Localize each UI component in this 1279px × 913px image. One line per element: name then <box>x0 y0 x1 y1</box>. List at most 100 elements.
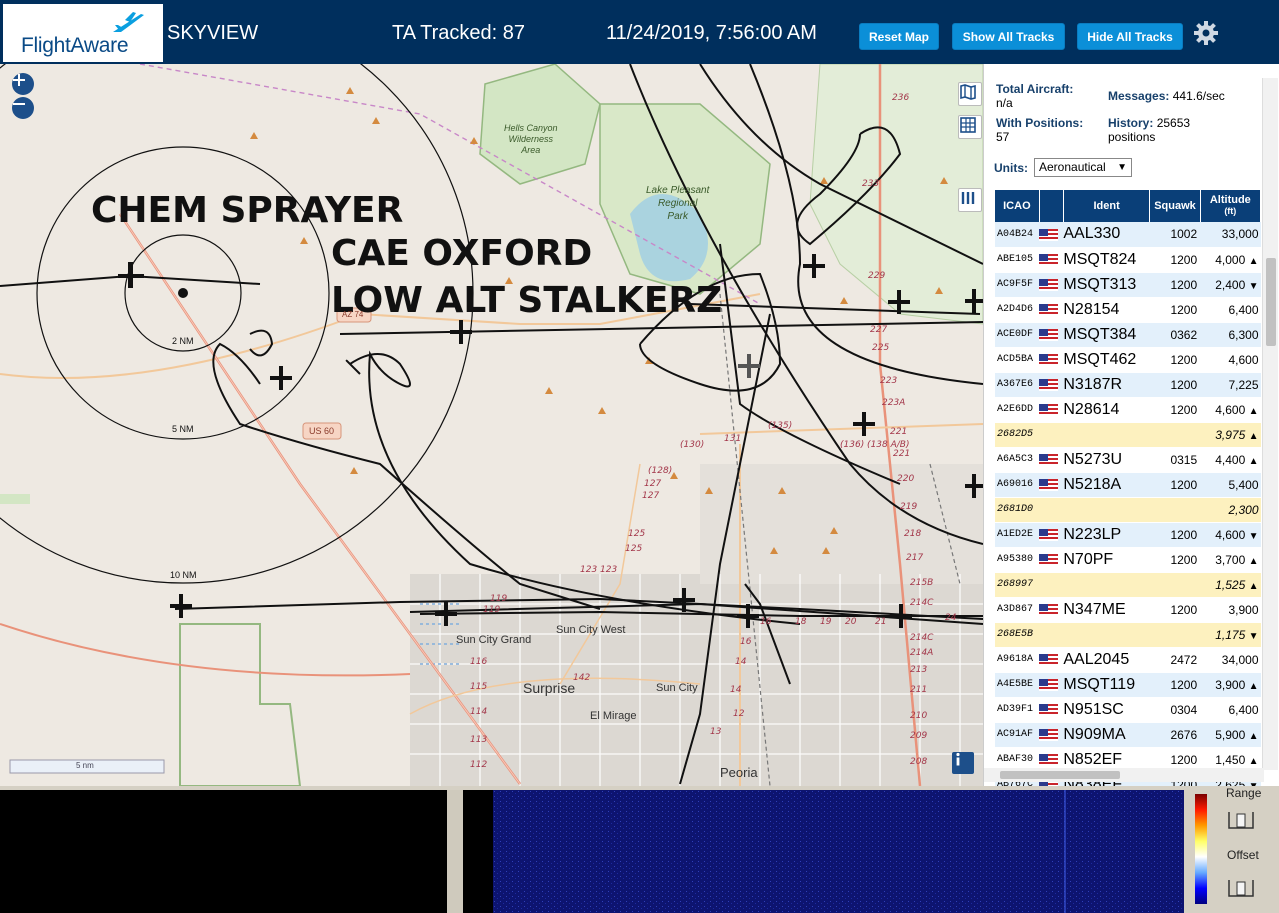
show-all-tracks-button[interactable]: Show All Tracks <box>952 23 1065 50</box>
table-row[interactable]: 268997 1,525 ▲ <box>995 572 1261 598</box>
table-row[interactable]: A4E5BE MSQT119 1200 3,900 ▲ <box>995 672 1261 698</box>
with-positions-label: With Positions: <box>996 116 1084 130</box>
svg-text:16: 16 <box>740 637 752 647</box>
cell-icao: A04B24 <box>995 222 1040 248</box>
svg-text:142: 142 <box>573 673 590 683</box>
cell-ident: N347ME <box>1063 597 1150 623</box>
units-select[interactable]: Aeronautical ▼ <box>1034 158 1132 177</box>
svg-text:13: 13 <box>710 727 722 737</box>
us-flag-icon <box>1039 529 1059 542</box>
cell-squawk <box>1149 422 1201 448</box>
map-canvas[interactable]: 236 233 229 227 225 223 223A 221 221 220 219 218… <box>0 64 983 786</box>
table-row[interactable]: A6A5C3 N5273U 0315 4,400 ▲ <box>995 447 1261 473</box>
altitude-trend: ▲ <box>1248 455 1259 467</box>
table-row[interactable]: A1ED2E N223LP 1200 4,600 ▼ <box>995 522 1261 548</box>
hide-all-tracks-button[interactable]: Hide All Tracks <box>1077 23 1183 50</box>
table-row[interactable]: A367E6 N3187R 1200 7,225 <box>995 372 1261 398</box>
svg-text:(135): (135) <box>768 421 792 431</box>
history-value: 25653 <box>1156 116 1191 130</box>
col-header-flag[interactable] <box>1039 190 1064 222</box>
cell-squawk <box>1149 572 1201 598</box>
cell-altitude: 4,000 ▲ <box>1200 247 1261 273</box>
cell-squawk: 1200 <box>1149 272 1201 298</box>
range-label: Range <box>1226 786 1262 800</box>
cell-ident: N5273U <box>1063 447 1150 473</box>
col-header-ident[interactable]: Ident <box>1063 190 1151 222</box>
table-row[interactable]: 2682D5 3,975 ▲ <box>995 422 1261 448</box>
table-row[interactable]: ACD5BA MSQT462 1200 4,600 <box>995 347 1261 373</box>
vertical-scroll-thumb[interactable] <box>1266 258 1276 346</box>
table-row[interactable]: ABE105 MSQT824 1200 4,000 ▲ <box>995 247 1261 273</box>
table-row[interactable]: 268E5B 1,175 ▼ <box>995 622 1261 648</box>
us-flag-icon <box>1039 554 1059 567</box>
table-row[interactable]: 2681D0 2,300 <box>995 497 1261 523</box>
waterfall-divider[interactable] <box>447 790 463 913</box>
place-label-el-mirage: El Mirage <box>590 710 637 722</box>
table-row[interactable]: A95380 N70PF 1200 3,700 ▲ <box>995 547 1261 573</box>
altitude-value: 4,400 <box>1215 452 1246 467</box>
horizontal-scrollbar[interactable] <box>984 768 1264 782</box>
cell-flag <box>1039 372 1064 398</box>
table-row[interactable]: AC9F5F MSQT313 1200 2,400 ▼ <box>995 272 1261 298</box>
cell-squawk: 1200 <box>1149 522 1201 548</box>
cell-ident: N70PF <box>1063 547 1150 573</box>
cell-ident: N28154 <box>1063 297 1150 323</box>
table-row[interactable]: A9618A AAL2045 2472 34,000 <box>995 647 1261 673</box>
cell-squawk <box>1149 497 1201 523</box>
info-button[interactable] <box>952 752 974 774</box>
zoom-out-button[interactable] <box>12 97 34 119</box>
range-slider[interactable] <box>1226 808 1256 832</box>
svg-text:14: 14 <box>735 657 747 667</box>
col-header-squawk[interactable]: Squawk <box>1149 190 1201 222</box>
flightaware-logo[interactable]: FlightAware <box>3 4 163 62</box>
cell-flag <box>1039 522 1064 548</box>
cell-flag <box>1039 622 1064 648</box>
cell-altitude: 3,700 ▲ <box>1200 547 1261 573</box>
map-layers-button[interactable] <box>958 82 982 106</box>
cell-flag <box>1039 647 1064 673</box>
cell-icao: 2681D0 <box>995 497 1040 523</box>
us-flag-icon <box>1039 279 1059 292</box>
altitude-trend: ▲ <box>1248 405 1259 417</box>
table-row[interactable]: AD39F1 N951SC 0304 6,400 <box>995 697 1261 723</box>
map-icon <box>960 84 976 100</box>
table-row[interactable]: ACE0DF MSQT384 0362 6,300 <box>995 322 1261 348</box>
cell-flag <box>1039 347 1064 373</box>
altitude-trend: ▼ <box>1248 630 1259 642</box>
zoom-in-button[interactable] <box>12 73 34 95</box>
offset-slider[interactable] <box>1226 876 1256 900</box>
horizontal-scroll-thumb[interactable] <box>1000 771 1120 779</box>
altitude-value: 3,900 <box>1228 602 1259 617</box>
settings-gear-icon[interactable] <box>1193 20 1219 46</box>
col-header-icao[interactable]: ICAO <box>995 190 1040 222</box>
reset-map-button[interactable]: Reset Map <box>859 23 939 50</box>
cell-squawk: 1002 <box>1149 222 1201 248</box>
table-row[interactable]: A69016 N5218A 1200 5,400 <box>995 472 1261 498</box>
table-row[interactable]: A3D867 N347ME 1200 3,900 <box>995 597 1261 623</box>
messages-stat: Messages: 441.6/sec <box>1108 89 1225 103</box>
svg-text:214C: 214C <box>910 633 934 643</box>
us-flag-icon <box>1039 354 1059 367</box>
svg-text:(130): (130) <box>680 440 704 450</box>
grid-overlay-button[interactable] <box>958 115 982 139</box>
datetime-display: 11/24/2019, 7:56:00 AM <box>606 22 817 44</box>
cell-ident <box>1063 572 1150 598</box>
table-row[interactable]: A2E6DD N28614 1200 4,600 ▲ <box>995 397 1261 423</box>
ring-label-10nm: 10 NM <box>170 570 197 580</box>
ring-label-5nm: 5 NM <box>172 424 194 434</box>
cell-ident: N5218A <box>1063 472 1150 498</box>
svg-text:225: 225 <box>872 343 889 353</box>
altitude-trend: ▲ <box>1248 580 1259 592</box>
cell-altitude: 2,400 ▼ <box>1200 272 1261 298</box>
table-row[interactable]: A2D4D6 N28154 1200 6,400 <box>995 297 1261 323</box>
cell-squawk: 0362 <box>1149 322 1201 348</box>
cell-altitude: 1,525 ▲ <box>1200 572 1261 598</box>
vertical-scrollbar[interactable] <box>1262 78 1278 770</box>
toggle-columns-button[interactable] <box>958 188 982 212</box>
col-header-altitude[interactable]: Altitude (ft) <box>1200 190 1262 222</box>
spectrum-panel: Range Offset <box>0 786 1279 913</box>
map-svg: 236 233 229 227 225 223 223A 221 221 220 219 218… <box>0 64 983 786</box>
table-row[interactable]: A04B24 AAL330 1002 33,000 <box>995 222 1261 248</box>
table-row[interactable]: AC91AF N909MA 2676 5,900 ▲ <box>995 722 1261 748</box>
cell-flag <box>1039 722 1064 748</box>
